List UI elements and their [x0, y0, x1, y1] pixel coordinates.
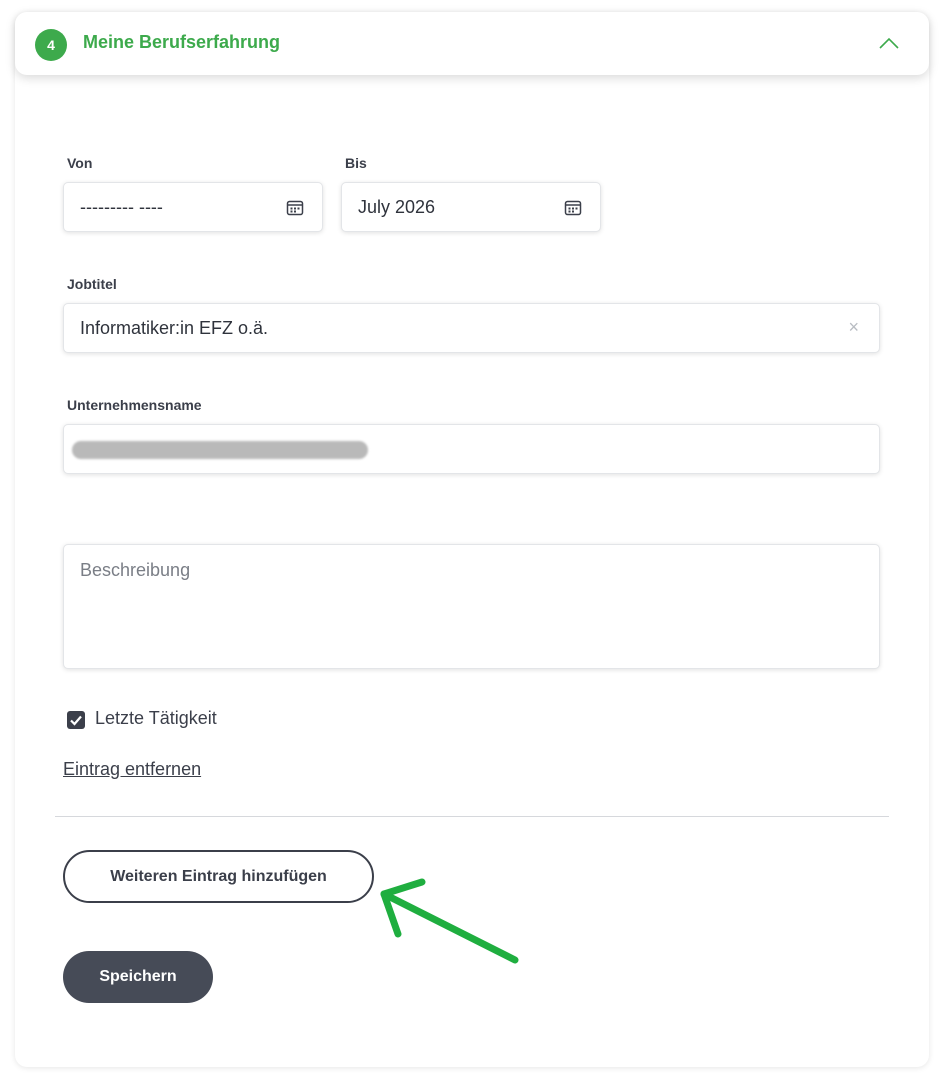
from-date-input[interactable]: --------- ----: [63, 182, 323, 232]
calendar-icon[interactable]: [286, 199, 304, 217]
remove-entry-link[interactable]: Eintrag entfernen: [63, 759, 201, 780]
from-date-value: --------- ----: [80, 197, 163, 217]
step-badge: 4: [35, 29, 67, 61]
description-placeholder: Beschreibung: [80, 560, 191, 580]
to-date-input[interactable]: July 2026: [341, 182, 601, 232]
last-job-label[interactable]: Letzte Tätigkeit: [95, 708, 217, 729]
company-input[interactable]: [63, 424, 880, 474]
annotation-arrow-icon: [380, 878, 519, 964]
add-entry-button[interactable]: Weiteren Eintrag hinzufügen: [63, 850, 374, 903]
chevron-up-icon[interactable]: [877, 32, 901, 56]
section-title: Meine Berufserfahrung: [83, 32, 281, 52]
to-label: Bis: [345, 155, 367, 171]
description-textarea[interactable]: Beschreibung: [63, 544, 880, 669]
checkmark-icon: [70, 715, 82, 726]
last-job-checkbox[interactable]: [67, 711, 85, 729]
clear-icon[interactable]: ×: [848, 317, 859, 338]
to-date-value: July 2026: [358, 197, 436, 217]
from-label: Von: [67, 155, 93, 171]
job-title-input[interactable]: Informatiker:in EFZ o.ä. ×: [63, 303, 880, 353]
company-label: Unternehmensname: [67, 397, 202, 413]
divider: [55, 816, 889, 817]
job-title-value: Informatiker:in EFZ o.ä.: [80, 318, 269, 338]
calendar-icon[interactable]: [564, 199, 582, 217]
save-button[interactable]: Speichern: [63, 951, 213, 1003]
redacted-company-name: [72, 441, 368, 459]
section-header[interactable]: 4 Meine Berufserfahrung: [15, 12, 929, 75]
job-title-label: Jobtitel: [67, 276, 117, 292]
